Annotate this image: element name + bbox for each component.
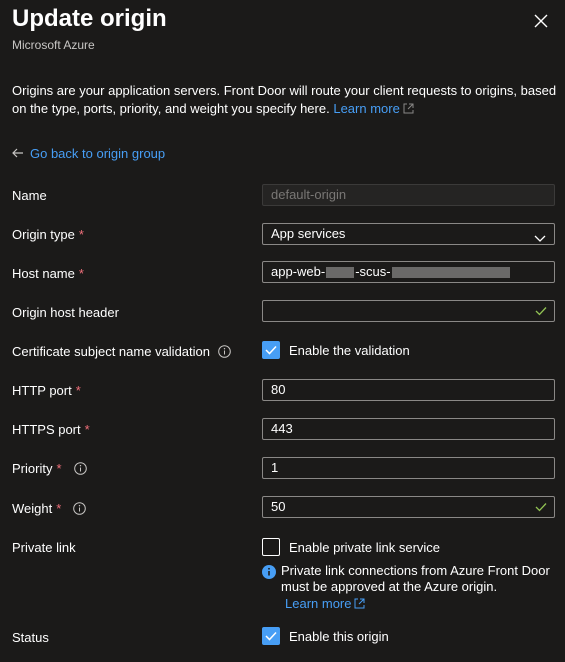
back-link-label[interactable]: Go back to origin group [30,146,165,161]
external-link-icon [403,101,414,119]
http-port-label: HTTP port * [12,383,81,398]
http-port-input[interactable]: 80 [262,379,555,401]
status-label: Status [12,630,49,645]
enable-origin-checkbox-row[interactable]: Enable this origin [262,627,389,645]
host-name-label: Host name * [12,266,84,281]
info-filled-icon [262,565,276,613]
learn-more-link[interactable]: Learn more [333,101,399,116]
origin-host-header-input[interactable] [262,300,555,322]
close-icon[interactable] [532,12,550,30]
page-subtitle: Microsoft Azure [12,38,95,52]
valid-check-icon [534,304,548,324]
back-to-origin-group-link[interactable]: Go back to origin group [12,146,165,161]
valid-check-icon [534,500,548,520]
info-icon[interactable] [73,462,87,475]
origin-host-header-label: Origin host header [12,305,119,320]
private-link-checkbox-row[interactable]: Enable private link service [262,538,440,556]
enable-origin-checkbox[interactable] [262,627,280,645]
name-field: default-origin [262,184,555,206]
priority-label: Priority * [12,461,87,476]
chevron-down-icon [534,229,546,249]
https-port-label: HTTPS port * [12,422,90,437]
origin-type-label: Origin type * [12,227,84,242]
private-link-label: Private link [12,540,76,555]
name-label: Name [12,188,47,203]
private-link-note: Private link connections from Azure Fron… [262,563,557,613]
host-name-input[interactable]: app-web- -scus- [262,261,555,283]
info-icon[interactable] [73,502,87,515]
redacted-block [326,267,355,279]
enable-validation-checkbox[interactable] [262,341,280,359]
weight-label: Weight * [12,501,87,516]
description-text: Origins are your application servers. Fr… [12,83,557,116]
weight-input[interactable]: 50 [262,496,555,518]
priority-input[interactable]: 1 [262,457,555,479]
cert-validation-label: Certificate subject name validation [12,344,231,359]
private-link-note-text: Private link connections from Azure Fron… [281,563,550,594]
redacted-block [391,267,510,279]
info-icon[interactable] [218,345,231,358]
arrow-left-icon [12,146,24,161]
page-title: Update origin [12,5,167,32]
description: Origins are your application servers. Fr… [12,82,557,119]
origin-type-select[interactable]: App services [262,223,555,245]
enable-validation-checkbox-row[interactable]: Enable the validation [262,341,410,359]
external-link-icon [354,597,365,613]
private-link-learn-more[interactable]: Learn more [285,596,351,611]
private-link-checkbox[interactable] [262,538,280,556]
https-port-input[interactable]: 443 [262,418,555,440]
